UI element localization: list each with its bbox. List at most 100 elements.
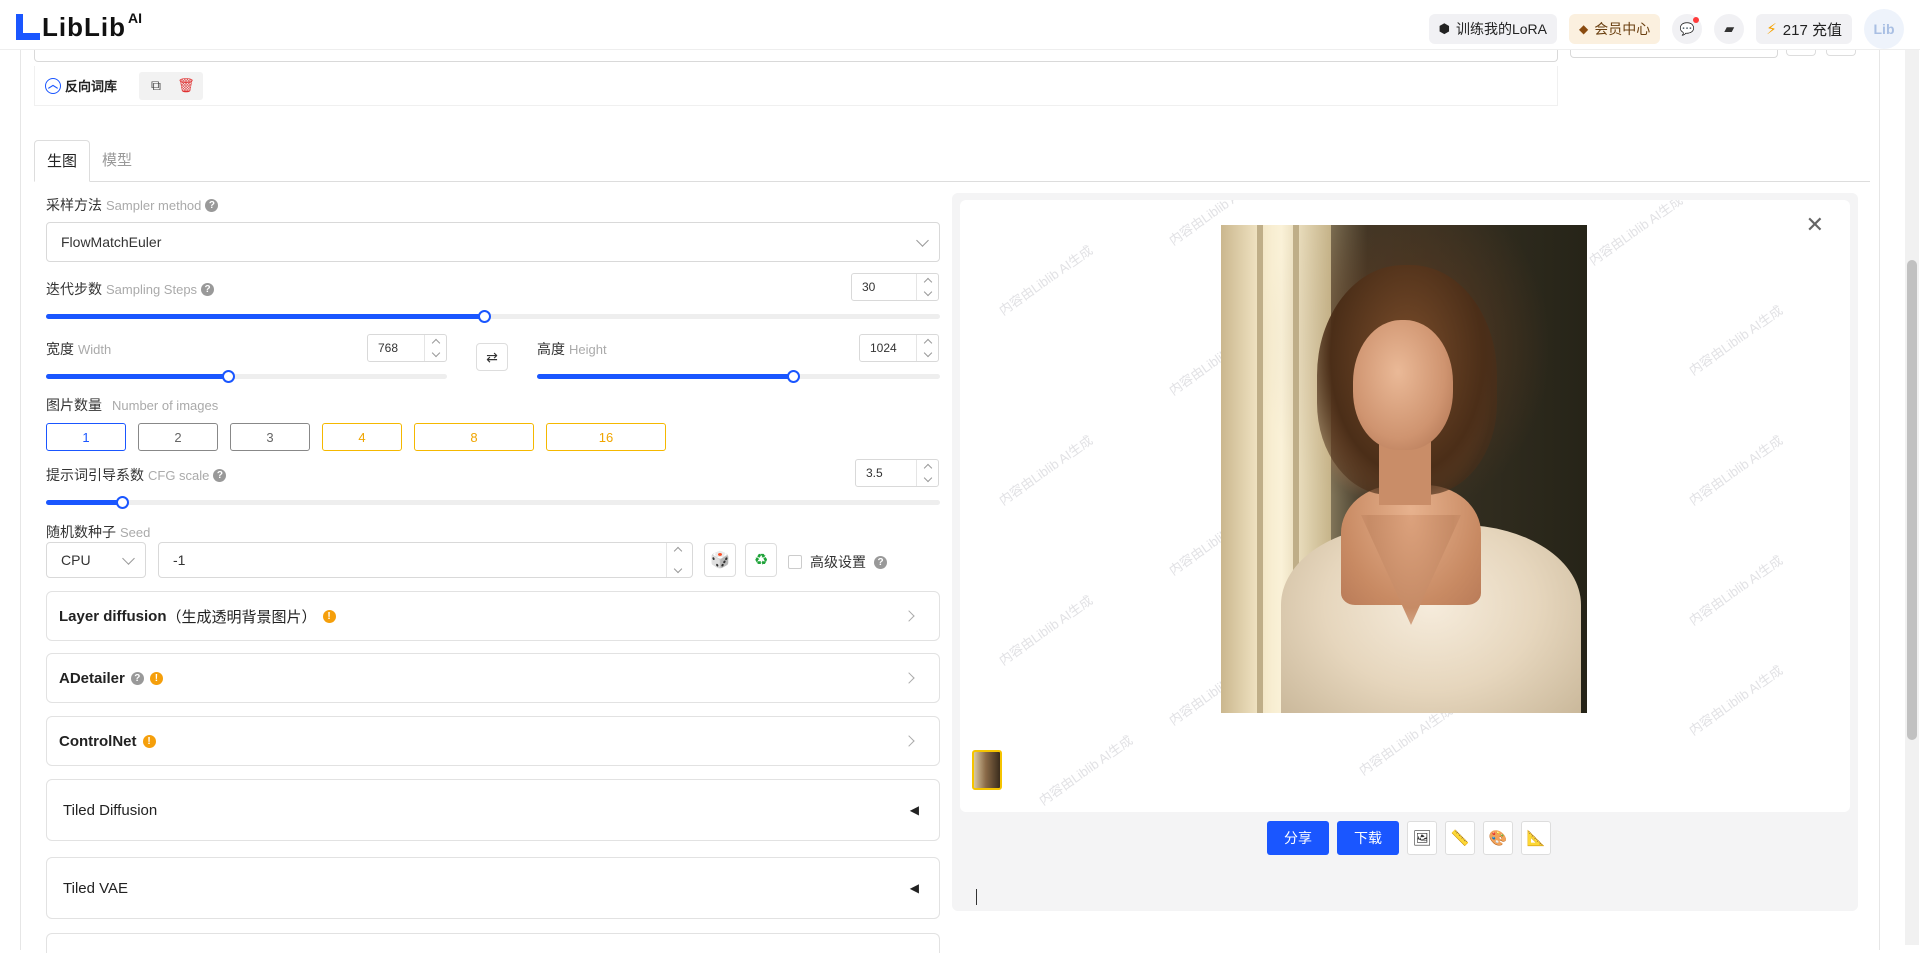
recycle-icon[interactable]: ♻ [745, 543, 777, 577]
cfg-input[interactable]: 3.5 [855, 459, 939, 487]
seed-device-select[interactable]: CPU [46, 542, 146, 578]
accordion-title: ControlNet [59, 732, 137, 750]
recharge-button[interactable]: ⚡ 217 充值 [1756, 14, 1852, 44]
sampler-select[interactable]: FlowMatchEuler [46, 222, 940, 262]
negative-lib-toggle[interactable]: ︿ 反向词库 [45, 76, 117, 95]
accordion-next[interactable] [46, 933, 940, 953]
num-images-option-1[interactable]: 1 [46, 423, 126, 451]
width-slider[interactable] [46, 370, 447, 383]
num-images-option-4[interactable]: 4 [322, 423, 402, 451]
help-icon[interactable]: ? [130, 671, 144, 685]
warning-icon: ! [322, 609, 336, 623]
accordion-controlnet[interactable]: ControlNet ! [46, 716, 940, 766]
seed-device-value: CPU [61, 552, 91, 568]
advanced-settings[interactable]: 高级设置 ? [788, 552, 887, 572]
seed-label: 随机数种子 Seed [46, 522, 150, 542]
cfg-slider[interactable] [46, 496, 940, 509]
seed-input[interactable]: -1 [158, 542, 693, 578]
logo-mark-icon [16, 14, 40, 40]
accordion-tiled-diffusion[interactable]: Tiled Diffusion ◀ [46, 779, 940, 841]
chat-icon: 💬 [1679, 22, 1695, 36]
seed-value: -1 [173, 552, 186, 568]
cfg-stepper[interactable] [916, 460, 938, 486]
negative-lib-row: ︿ 反向词库 ⧉ 🗑 [34, 66, 1558, 106]
steps-stepper[interactable] [916, 274, 938, 300]
width-input[interactable]: 768 [367, 334, 447, 362]
steps-value: 30 [862, 280, 876, 294]
mini-box-2[interactable] [1826, 50, 1856, 56]
file-icon: ▰ [1724, 21, 1735, 36]
help-icon[interactable]: ? [201, 282, 215, 296]
height-label-zh: 高度 [537, 341, 565, 357]
train-lora-button[interactable]: ⬢ 训练我的LoRA [1428, 14, 1558, 44]
height-slider[interactable] [537, 370, 940, 383]
width-label-zh: 宽度 [46, 341, 74, 357]
watermark: 内容由Liblib AI生成 [1686, 432, 1786, 509]
steps-slider[interactable] [46, 310, 940, 323]
accordion-layer-diffusion[interactable]: Layer diffusion （生成透明背景图片） ! [46, 591, 940, 641]
help-icon[interactable]: ? [874, 555, 887, 569]
height-slider-fill [537, 374, 793, 379]
num-images-label-zh: 图片数量 [46, 397, 102, 413]
share-button[interactable]: 分享 [1267, 821, 1329, 855]
steps-slider-handle[interactable] [478, 310, 492, 323]
notification-dot [1693, 17, 1700, 23]
tab-model[interactable]: 模型 [90, 140, 144, 182]
swap-icon[interactable]: ⇄ [476, 343, 508, 371]
triangle-ruler-icon[interactable]: 📐 [1521, 821, 1551, 855]
num-images-option-3[interactable]: 3 [230, 423, 310, 451]
chevron-down-icon [122, 552, 135, 565]
steps-input[interactable]: 30 [851, 273, 939, 301]
avatar[interactable]: Lib [1864, 9, 1904, 49]
right-input-edge[interactable] [1570, 50, 1778, 58]
cfg-value: 3.5 [866, 466, 883, 480]
messages-button[interactable]: 💬 [1672, 14, 1703, 44]
power-count: 217 充值 [1782, 21, 1842, 39]
height-label: 高度 Height [537, 339, 607, 359]
num-images-label: 图片数量 Number of images [46, 395, 218, 415]
accordion-title: Layer diffusion [59, 607, 167, 625]
ruler-icon[interactable]: 📏 [1445, 821, 1475, 855]
chevron-right-icon [903, 672, 915, 684]
negative-prompt-input[interactable] [34, 50, 1558, 62]
mini-box-1[interactable] [1786, 50, 1816, 56]
num-images-option-8[interactable]: 8 [414, 423, 534, 451]
height-stepper[interactable] [916, 335, 938, 361]
download-button[interactable]: 下载 [1337, 821, 1399, 855]
negative-lib-label: 反向词库 [65, 79, 118, 94]
trash-icon[interactable]: 🗑 [173, 74, 199, 98]
train-lora-label: 训练我的LoRA [1455, 21, 1548, 37]
cfg-slider-handle[interactable] [115, 496, 129, 509]
advanced-checkbox[interactable] [788, 555, 802, 569]
scrollbar-thumb[interactable] [1907, 260, 1917, 740]
watermark: 内容由Liblib AI生成 [1686, 552, 1786, 629]
sampler-value: FlowMatchEuler [61, 234, 162, 250]
generated-image[interactable] [1221, 225, 1587, 713]
num-images-option-2[interactable]: 2 [138, 423, 218, 451]
watermark: 内容由Liblib AI生成 [1686, 302, 1786, 379]
files-button[interactable]: ▰ [1714, 14, 1745, 44]
copy-icon[interactable]: ⧉ [143, 74, 169, 98]
liblib-logo[interactable]: LibLib AI [16, 10, 142, 40]
seed-label-en: Seed [120, 524, 151, 540]
help-icon[interactable]: ? [213, 468, 227, 482]
page-scrollbar[interactable] [1905, 50, 1919, 945]
image-thumbnail[interactable] [972, 750, 1002, 790]
width-stepper[interactable] [424, 335, 446, 361]
close-icon[interactable]: ✕ [1806, 212, 1824, 238]
dice-icon[interactable]: 🎲 [704, 543, 736, 577]
cfg-label: 提示词引导系数 CFG scale ? [46, 465, 227, 485]
width-label: 宽度 Width [46, 339, 111, 359]
tab-generate[interactable]: 生图 [34, 140, 91, 182]
watermark: 内容由Liblib AI生成 [1036, 732, 1136, 809]
height-input[interactable]: 1024 [859, 334, 939, 362]
seed-stepper[interactable] [666, 543, 692, 577]
vip-center-button[interactable]: ◆ 会员中心 [1569, 14, 1661, 44]
accordion-adetailer[interactable]: ADetailer ? ! [46, 653, 940, 703]
num-images-option-16[interactable]: 16 [546, 423, 666, 451]
height-slider-handle[interactable] [786, 370, 800, 383]
image-icon[interactable]: 🖼 [1407, 821, 1437, 855]
help-icon[interactable]: ? [205, 198, 219, 212]
accordion-tiled-vae[interactable]: Tiled VAE ◀ [46, 857, 940, 919]
palette-icon[interactable]: 🎨 [1483, 821, 1513, 855]
